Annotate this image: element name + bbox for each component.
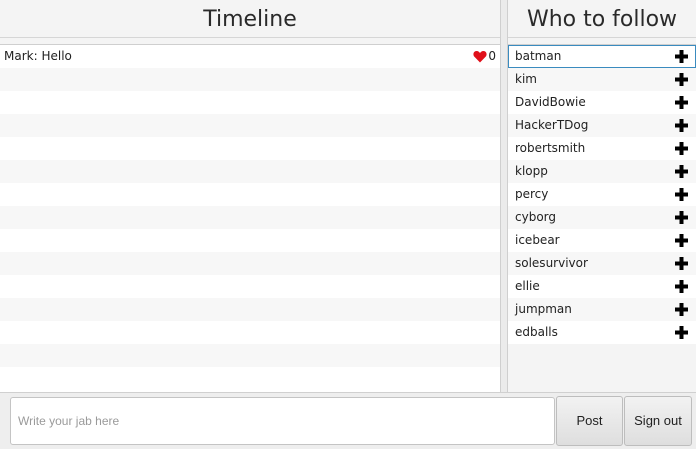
- like-count: 0: [488, 49, 496, 63]
- follow-username: percy: [515, 187, 549, 201]
- composer-bar: Post Sign out: [0, 392, 696, 449]
- plus-icon[interactable]: [675, 119, 688, 132]
- like-control[interactable]: 0: [473, 45, 496, 68]
- timeline-empty-row: [0, 275, 500, 298]
- follow-item[interactable]: klopp: [508, 160, 696, 183]
- follow-username: HackerTDog: [515, 118, 589, 132]
- follow-pane: Who to follow batman kim DavidBowie HackerT…: [508, 0, 696, 392]
- follow-item[interactable]: solesurvivor: [508, 252, 696, 275]
- follow-username: cyborg: [515, 210, 556, 224]
- timeline-empty-row: [0, 137, 500, 160]
- plus-icon[interactable]: [675, 257, 688, 270]
- follow-username: robertsmith: [515, 141, 586, 155]
- pane-splitter[interactable]: [500, 0, 508, 392]
- plus-icon[interactable]: [675, 50, 688, 63]
- follow-item[interactable]: batman: [508, 45, 696, 68]
- plus-icon[interactable]: [675, 188, 688, 201]
- plus-icon[interactable]: [675, 142, 688, 155]
- follow-title: Who to follow: [508, 0, 696, 38]
- follow-item[interactable]: icebear: [508, 229, 696, 252]
- post-text: Mark: Hello: [4, 49, 72, 63]
- plus-icon[interactable]: [675, 326, 688, 339]
- timeline-list[interactable]: Mark: Hello 0: [0, 44, 500, 392]
- follow-list[interactable]: batman kim DavidBowie HackerTDog robertsmith…: [508, 44, 696, 344]
- timeline-empty-row: [0, 160, 500, 183]
- timeline-empty-row: [0, 367, 500, 390]
- timeline-empty-row: [0, 321, 500, 344]
- plus-icon[interactable]: [675, 211, 688, 224]
- follow-username: DavidBowie: [515, 95, 586, 109]
- timeline-empty-row: [0, 91, 500, 114]
- follow-username: klopp: [515, 164, 548, 178]
- follow-username: edballs: [515, 325, 558, 339]
- plus-icon[interactable]: [675, 165, 688, 178]
- sign-out-button[interactable]: Sign out: [624, 396, 692, 446]
- plus-icon[interactable]: [675, 234, 688, 247]
- heart-icon[interactable]: [473, 50, 487, 63]
- timeline-empty-row: [0, 252, 500, 275]
- follow-item[interactable]: percy: [508, 183, 696, 206]
- jab-input[interactable]: [10, 397, 555, 445]
- follow-username: solesurvivor: [515, 256, 588, 270]
- follow-item[interactable]: HackerTDog: [508, 114, 696, 137]
- follow-item[interactable]: DavidBowie: [508, 91, 696, 114]
- follow-item[interactable]: jumpman: [508, 298, 696, 321]
- follow-item[interactable]: robertsmith: [508, 137, 696, 160]
- timeline-empty-row: [0, 344, 500, 367]
- follow-item[interactable]: ellie: [508, 275, 696, 298]
- follow-username: batman: [515, 49, 562, 63]
- follow-username: kim: [515, 72, 537, 86]
- timeline-pane: Timeline Mark: Hello 0: [0, 0, 500, 392]
- follow-item[interactable]: kim: [508, 68, 696, 91]
- follow-item[interactable]: cyborg: [508, 206, 696, 229]
- plus-icon[interactable]: [675, 303, 688, 316]
- timeline-empty-row: [0, 183, 500, 206]
- timeline-empty-row: [0, 206, 500, 229]
- timeline-title: Timeline: [0, 0, 500, 38]
- timeline-empty-row: [0, 298, 500, 321]
- plus-icon[interactable]: [675, 280, 688, 293]
- plus-icon[interactable]: [675, 73, 688, 86]
- timeline-empty-row: [0, 229, 500, 252]
- follow-username: jumpman: [515, 302, 572, 316]
- timeline-empty-row: [0, 68, 500, 91]
- plus-icon[interactable]: [675, 96, 688, 109]
- post-button[interactable]: Post: [556, 396, 623, 446]
- timeline-empty-row: [0, 114, 500, 137]
- follow-username: ellie: [515, 279, 540, 293]
- follow-username: icebear: [515, 233, 560, 247]
- timeline-row[interactable]: Mark: Hello 0: [0, 45, 500, 68]
- follow-item[interactable]: edballs: [508, 321, 696, 344]
